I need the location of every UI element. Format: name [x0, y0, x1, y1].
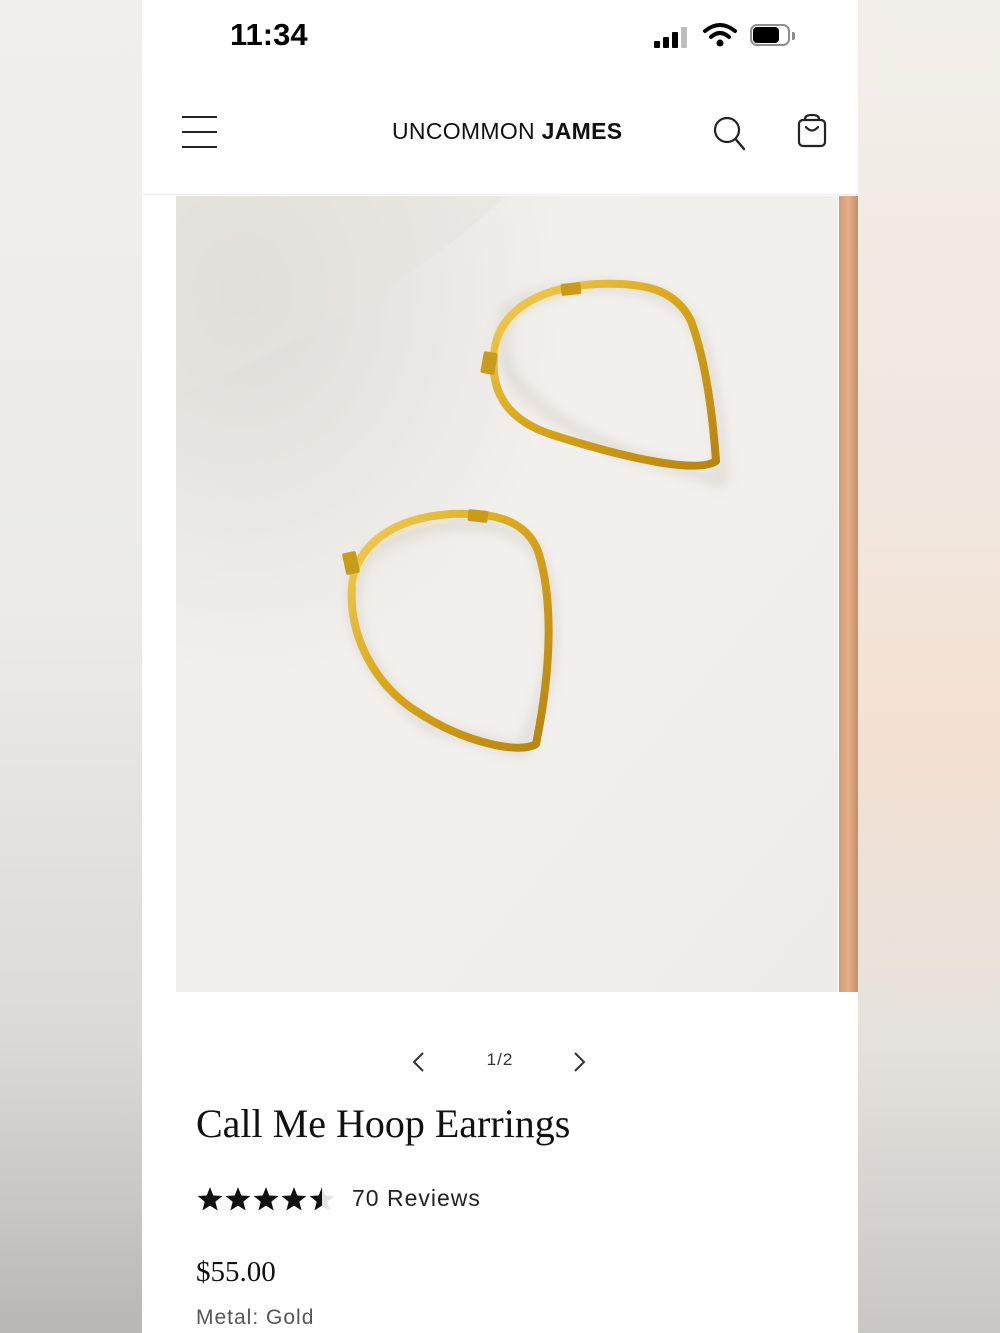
- search-icon[interactable]: [712, 115, 748, 153]
- rating-star: [309, 1187, 335, 1211]
- reviews-link[interactable]: 70 Reviews: [352, 1185, 481, 1212]
- menu-icon[interactable]: [182, 116, 218, 150]
- next-image-peek[interactable]: [839, 196, 858, 992]
- chevron-right-icon[interactable]: [565, 1048, 593, 1076]
- phone-screen: 11:34 UNCOMMON JAMES 1/2 Call Me Hoop Ea…: [142, 0, 858, 1333]
- battery-icon: [750, 24, 796, 48]
- wifi-icon: [703, 23, 737, 47]
- image-counter: 1/2: [486, 1050, 514, 1069]
- blurred-background-left: [0, 0, 142, 1333]
- logo-text-light: UNCOMMON: [392, 118, 535, 144]
- gallery-pager: 1/2: [142, 1040, 858, 1080]
- product-price: $55.00: [196, 1256, 276, 1288]
- status-time: 11:34: [230, 17, 308, 52]
- blurred-background-right: [858, 0, 1000, 1333]
- metal-option-label: Metal: Gold: [196, 1306, 315, 1329]
- chevron-left-icon[interactable]: [405, 1048, 433, 1076]
- product-title: Call Me Hoop Earrings: [196, 1101, 571, 1146]
- rating-star: [225, 1187, 251, 1211]
- brand-logo[interactable]: UNCOMMON JAMES: [392, 118, 622, 145]
- cellular-signal-icon: [654, 26, 690, 48]
- status-bar: 11:34: [142, 0, 858, 72]
- star-rating-icon: [197, 1187, 335, 1211]
- logo-text-bold: JAMES: [541, 118, 623, 144]
- shopping-bag-icon[interactable]: [796, 113, 828, 149]
- product-image[interactable]: [176, 196, 838, 992]
- rating-star: [253, 1187, 279, 1211]
- rating-star: [197, 1187, 223, 1211]
- rating-star: [281, 1187, 307, 1211]
- site-header: UNCOMMON JAMES: [142, 82, 858, 195]
